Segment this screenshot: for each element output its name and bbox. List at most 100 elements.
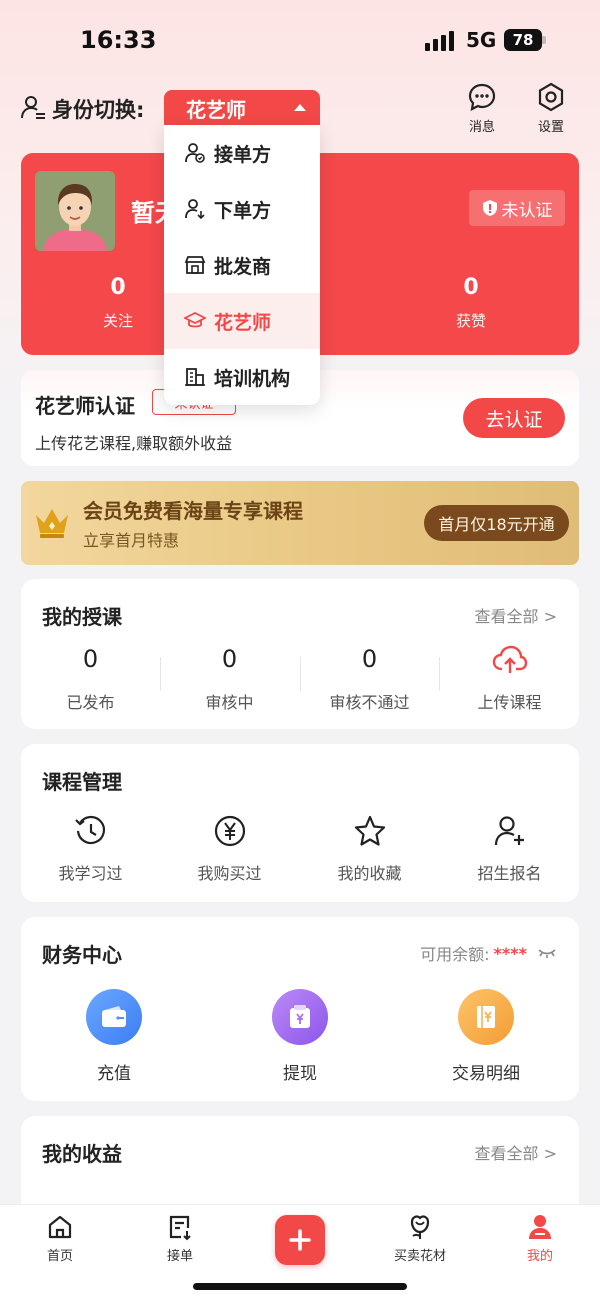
my-teaching-card: 我的授课 查看全部 > 0 已发布 0 审核中 0 审核不通过 上传课程 <box>21 579 579 729</box>
role-option-wholesaler[interactable]: 批发商 <box>164 237 320 293</box>
course-management-card: 课程管理 我学习过 我购买过 我的收藏 招生报名 <box>21 744 579 902</box>
cert-subtitle: 上传花艺课程,赚取额外收益 <box>35 434 233 453</box>
network-type: 5G <box>466 28 497 52</box>
shield-icon <box>482 200 497 216</box>
purchased-courses-button[interactable]: 我购买过 <box>160 814 299 884</box>
vip-activate-button[interactable]: 首月仅18元开通 <box>424 505 569 541</box>
building-icon <box>185 368 205 386</box>
user-download-icon <box>185 199 205 220</box>
role-select-value: 花艺师 <box>186 97 246 122</box>
tab-mine[interactable]: 我的 <box>480 1213 600 1264</box>
count-value: 0 <box>361 645 378 673</box>
teaching-published[interactable]: 0 已发布 <box>21 645 160 713</box>
eye-closed-icon[interactable] <box>537 947 557 959</box>
role-option-label: 接单方 <box>214 143 272 166</box>
menu-label: 我的收藏 <box>337 864 402 883</box>
menu-label: 我购买过 <box>197 864 262 883</box>
learned-courses-button[interactable]: 我学习过 <box>21 814 160 884</box>
messages-label: 消息 <box>468 120 495 135</box>
menu-label: 招生报名 <box>477 864 542 883</box>
avatar[interactable] <box>35 171 115 251</box>
role-option-label: 培训机构 <box>214 367 291 390</box>
vip-title: 会员免费看海量专享课程 <box>83 499 303 523</box>
role-option-training-org[interactable]: 培训机构 <box>164 349 320 405</box>
bottom-tab-bar: 首页 接单 买卖花材 我的 <box>0 1204 600 1300</box>
view-all-link[interactable]: 查看全部 > <box>475 1140 558 1164</box>
tab-label: 接单 <box>166 1249 193 1264</box>
teaching-reviewing[interactable]: 0 审核中 <box>160 645 299 713</box>
stat-follow[interactable]: 0 关注 <box>58 275 178 331</box>
store-icon <box>184 256 206 274</box>
identity-switch-label: 身份切换: <box>52 98 145 122</box>
available-balance: 可用余额: **** <box>420 941 557 965</box>
count-label: 审核不通过 <box>329 693 410 712</box>
role-dropdown-menu: 接单方 下单方 批发商 花艺师 培训机构 <box>164 125 320 405</box>
yen-icon <box>214 815 245 847</box>
verify-status-tag[interactable]: 未认证 <box>469 190 565 226</box>
role-option-label: 下单方 <box>214 199 272 222</box>
vip-subtitle: 立享首月特惠 <box>83 531 180 550</box>
publish-plus-button[interactable] <box>275 1215 325 1265</box>
user-add-icon <box>494 816 524 846</box>
user-switch-icon <box>21 96 45 119</box>
withdraw-button[interactable]: 提现 <box>207 989 393 1084</box>
role-option-label: 批发商 <box>214 255 272 278</box>
menu-label: 我学习过 <box>58 864 123 883</box>
transaction-details-button[interactable]: 交易明细 <box>393 989 579 1084</box>
finance-label: 充值 <box>97 1064 131 1084</box>
flower-icon <box>410 1215 430 1239</box>
tab-label: 首页 <box>46 1249 73 1264</box>
battery-tip <box>542 36 546 44</box>
favorites-button[interactable]: 我的收藏 <box>300 814 439 884</box>
tab-label: 我的 <box>526 1249 553 1264</box>
user-check-icon <box>185 143 205 163</box>
stat-value: 0 <box>110 275 126 300</box>
crown-icon <box>36 509 68 538</box>
ledger-icon <box>458 989 514 1045</box>
tab-home[interactable]: 首页 <box>0 1213 120 1264</box>
count-value: 0 <box>82 645 99 673</box>
history-icon <box>74 815 105 845</box>
tab-label: 买卖花材 <box>393 1249 446 1264</box>
cert-title: 花艺师认证 <box>35 394 135 418</box>
count-label: 已发布 <box>66 693 115 712</box>
stat-label: 获赞 <box>455 312 486 330</box>
view-all-link[interactable]: 查看全部 > <box>475 603 558 627</box>
home-indicator <box>193 1283 407 1290</box>
balance-value: **** <box>493 943 527 963</box>
tab-flower-market[interactable]: 买卖花材 <box>360 1213 480 1264</box>
card-title: 我的授课 <box>42 605 122 629</box>
order-icon <box>169 1215 191 1241</box>
go-verify-button[interactable]: 去认证 <box>463 398 565 438</box>
stat-likes[interactable]: 0 获赞 <box>411 275 531 331</box>
home-icon <box>48 1215 72 1239</box>
graduation-cap-icon <box>184 311 206 328</box>
plus-icon <box>289 1229 311 1251</box>
settings-hexagon-icon <box>538 82 564 112</box>
upload-course-label: 上传课程 <box>477 693 542 712</box>
upload-course-button[interactable]: 上传课程 <box>440 645 579 713</box>
count-label: 审核中 <box>205 693 254 712</box>
tab-orders[interactable]: 接单 <box>120 1213 240 1264</box>
balance-label: 可用余额: <box>420 945 490 964</box>
role-option-order-placer[interactable]: 下单方 <box>164 181 320 237</box>
finance-center-card: 财务中心 可用余额: **** 充值 提现 交易明细 <box>21 917 579 1101</box>
chat-bubble-icon <box>468 83 496 111</box>
stat-value: 0 <box>463 275 479 300</box>
role-select[interactable]: 花艺师 <box>164 90 320 126</box>
enrollment-button[interactable]: 招生报名 <box>440 814 579 884</box>
stat-label: 关注 <box>102 312 133 330</box>
role-option-florist[interactable]: 花艺师 <box>164 293 320 349</box>
finance-label: 提现 <box>283 1064 317 1084</box>
vip-banner[interactable]: 会员免费看海量专享课程 立享首月特惠 首月仅18元开通 <box>21 481 579 565</box>
verify-status-text: 未认证 <box>501 200 553 221</box>
messages-button[interactable]: 消息 <box>454 82 510 135</box>
settings-label: 设置 <box>537 120 564 135</box>
recharge-button[interactable]: 充值 <box>21 989 207 1084</box>
caret-up-icon <box>294 104 306 111</box>
star-icon <box>354 815 385 846</box>
settings-button[interactable]: 设置 <box>523 82 579 135</box>
teaching-rejected[interactable]: 0 审核不通过 <box>300 645 439 713</box>
role-option-order-taker[interactable]: 接单方 <box>164 125 320 181</box>
status-time: 16:33 <box>80 26 157 54</box>
